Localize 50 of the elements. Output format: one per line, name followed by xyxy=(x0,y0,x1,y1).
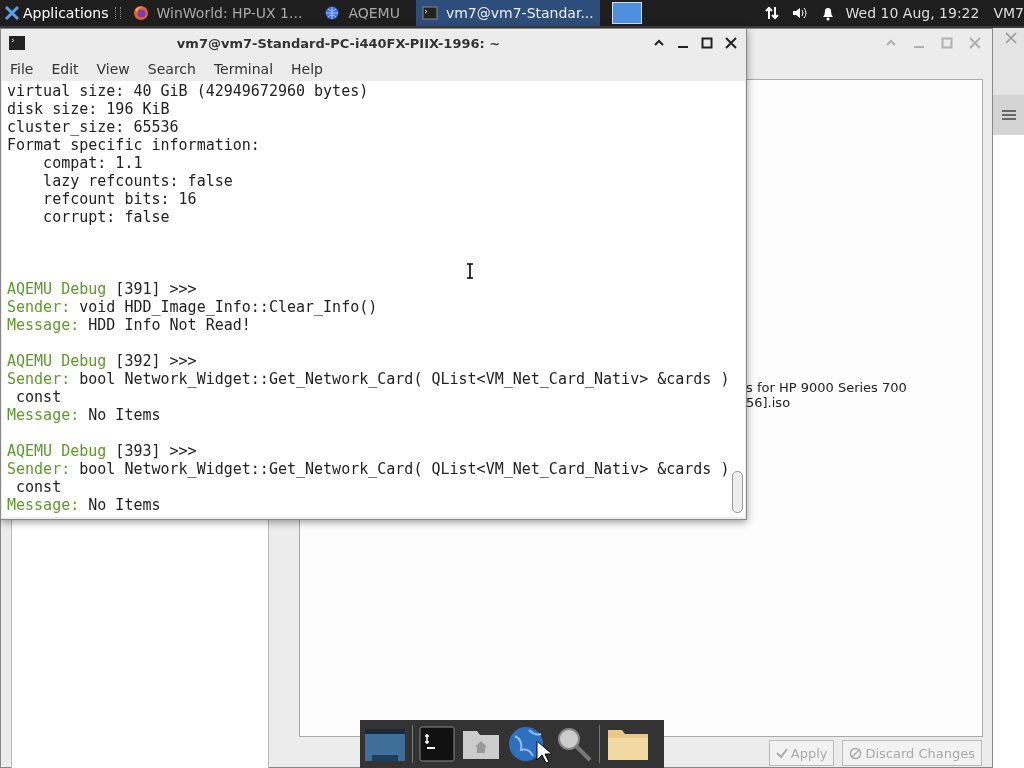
detail-text: 56].iso xyxy=(746,395,792,410)
terminal-line: lazy refcounts: false xyxy=(42,172,234,190)
text-cursor-icon xyxy=(465,263,475,279)
taskbar-button[interactable]: WinWorld: HP-UX 1... xyxy=(126,0,309,26)
terminal-line: AQEMU Debug [392] >>> xyxy=(7,352,198,370)
magnifier-icon[interactable] xyxy=(555,725,593,763)
terminal-line: Message: No Items xyxy=(7,406,162,424)
taskbar-button[interactable]: vm7@vm7-Standar... xyxy=(415,0,600,26)
menu-item[interactable]: View xyxy=(87,61,139,77)
close-button[interactable] xyxy=(724,36,738,50)
terminal-line: const xyxy=(15,478,63,496)
applications-menu[interactable]: Applications xyxy=(0,0,113,26)
pointer-icon xyxy=(536,740,552,764)
terminal-line: Format specific information: xyxy=(7,136,261,154)
detail-text: s for HP 9000 Series 700 xyxy=(746,380,907,395)
terminal-icon[interactable] xyxy=(419,726,455,762)
terminal-line: refcount bits: 16 xyxy=(42,190,198,208)
menu-item[interactable]: Edit xyxy=(42,61,88,77)
terminal-line: AQEMU Debug [391] >>> xyxy=(7,280,198,298)
terminal-line: virtual size: 40 GiB (42949672960 bytes) xyxy=(7,82,370,100)
terminal-line: Message: HDD Info Not Read! xyxy=(7,316,252,334)
terminal-line: AQEMU Debug [393] >>> xyxy=(7,442,198,460)
taskbar-button[interactable]: AQEMU xyxy=(318,0,406,26)
menu-item[interactable]: Terminal xyxy=(204,61,283,77)
check-icon xyxy=(775,747,788,759)
clock[interactable]: Wed 10 Aug, 19:22 xyxy=(845,5,980,21)
terminal-line: compat: 1.1 xyxy=(42,154,144,172)
maximize-button[interactable] xyxy=(700,36,714,50)
browser-icon xyxy=(132,5,149,21)
terminal-icon xyxy=(421,5,438,21)
x-logo-icon xyxy=(4,5,20,21)
volume-icon[interactable] xyxy=(791,5,808,21)
globe-icon xyxy=(324,5,341,21)
terminal-line: cluster_size: 65536 xyxy=(7,118,180,136)
terminal-line: const xyxy=(15,388,63,406)
network-icon[interactable] xyxy=(763,5,780,21)
terminal-line: disk size: 196 KiB xyxy=(7,100,171,118)
menu-icon[interactable] xyxy=(1001,109,1016,121)
terminal-line: Message: No Items xyxy=(7,496,162,514)
cancel-icon xyxy=(849,746,863,760)
menu-item[interactable]: File xyxy=(1,61,43,77)
workspace-switcher[interactable] xyxy=(611,2,642,24)
terminal-icon xyxy=(9,35,25,51)
terminal-line: corrupt: false xyxy=(42,208,171,226)
menu-item[interactable]: Help xyxy=(282,61,332,77)
user-name[interactable]: VM7 xyxy=(993,5,1024,21)
terminal-line: Sender: void HDD_Image_Info::Clear_Info() xyxy=(7,298,379,316)
window-title: vm7@vm7-Standard-PC-i440FX-PIIX-1996: ~ xyxy=(175,35,502,51)
scrollbar-thumb[interactable] xyxy=(732,471,743,513)
menu-item[interactable]: Search xyxy=(138,61,205,77)
